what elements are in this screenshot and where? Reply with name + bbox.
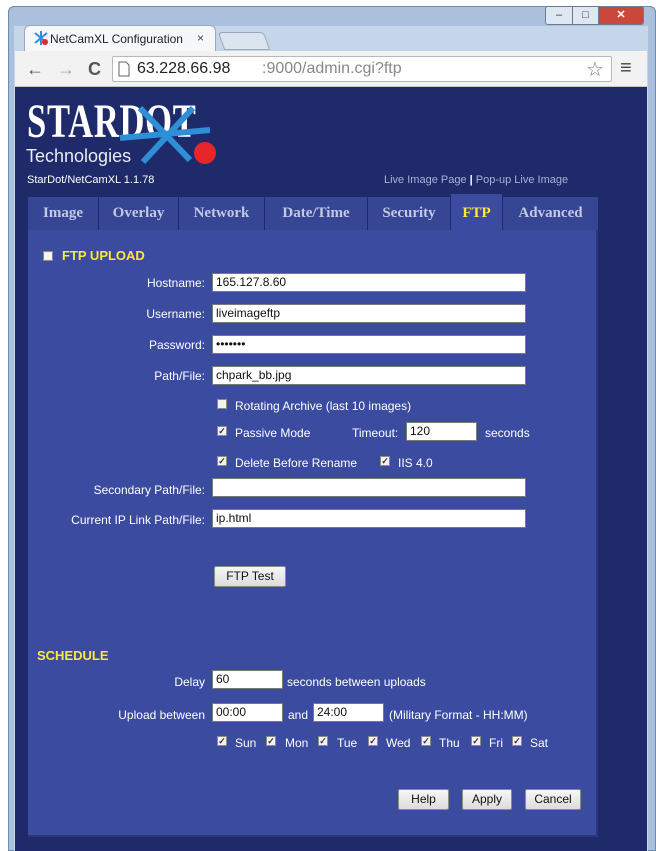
tab-ftp[interactable]: FTP [451, 194, 503, 231]
top-links: Live Image Page | Pop-up Live Image [384, 174, 568, 186]
iis-label: IIS 4.0 [398, 456, 433, 470]
help-button[interactable]: Help [398, 789, 449, 810]
new-tab-button[interactable] [217, 32, 271, 50]
ftp-test-button[interactable]: FTP Test [214, 566, 286, 587]
password-label: Password: [148, 338, 205, 352]
url-path: :9000/admin.cgi?ftp [262, 60, 402, 77]
day-wed-label: Wed [386, 736, 411, 750]
link-separator: | [469, 174, 473, 186]
timeout-input[interactable]: 120 [406, 422, 477, 441]
tab-security[interactable]: Security [368, 197, 451, 230]
day-tue-checkbox[interactable]: ✓ [318, 736, 328, 746]
day-mon-checkbox[interactable]: ✓ [266, 736, 276, 746]
end-time-input[interactable]: 24:00 [313, 703, 384, 722]
tab-network[interactable]: Network [179, 197, 265, 230]
schedule-heading: SCHEDULE [37, 648, 109, 663]
tab-title: NetCamXL Configuration [50, 32, 183, 46]
reload-icon[interactable]: C [88, 59, 101, 80]
close-window-icon[interactable]: ✕ [598, 6, 644, 25]
and-label: and [288, 708, 309, 722]
day-wed-checkbox[interactable]: ✓ [368, 736, 378, 746]
minimize-icon[interactable]: – [545, 6, 573, 25]
day-sat-checkbox[interactable]: ✓ [512, 736, 522, 746]
popup-live-image-link[interactable]: Pop-up Live Image [476, 174, 568, 186]
upload-between-label: Upload between [118, 708, 205, 722]
secondary-path-input[interactable] [212, 478, 526, 497]
day-sun-label: Sun [235, 736, 257, 750]
delete-before-rename-checkbox[interactable]: ✓ [217, 456, 227, 466]
tab-overlay[interactable]: Overlay [99, 197, 179, 230]
apply-button[interactable]: Apply [462, 789, 512, 810]
delay-label: Delay [174, 675, 205, 689]
stardot-favicon-icon [34, 31, 48, 45]
day-sat-label: Sat [530, 736, 549, 750]
time-format-note: (Military Format - HH:MM) [389, 708, 528, 722]
menu-icon[interactable]: ≡ [620, 57, 632, 80]
day-thu-label: Thu [439, 736, 460, 750]
day-sun-checkbox[interactable]: ✓ [217, 736, 227, 746]
day-fri-label: Fri [489, 736, 503, 750]
day-mon-label: Mon [285, 736, 309, 750]
hostname-label: Hostname: [146, 276, 205, 290]
live-image-link[interactable]: Live Image Page [384, 174, 467, 186]
stardot-logo-icon [119, 105, 216, 165]
delay-input[interactable]: 60 [212, 670, 283, 689]
hostname-input[interactable]: 165.127.8.60 [212, 273, 526, 292]
maximize-icon[interactable]: □ [572, 6, 599, 25]
path-label: Path/File: [154, 369, 205, 383]
username-label: Username: [146, 307, 205, 321]
ip-link-path-input[interactable]: ip.html [212, 509, 526, 528]
forward-icon[interactable]: → [57, 59, 75, 80]
day-tue-label: Tue [337, 736, 358, 750]
page-icon [118, 61, 130, 77]
tab-advanced[interactable]: Advanced [503, 197, 598, 230]
day-thu-checkbox[interactable]: ✓ [421, 736, 431, 746]
back-icon[interactable]: ← [26, 59, 44, 80]
path-input[interactable]: chpark_bb.jpg [212, 366, 526, 385]
username-input[interactable]: liveimageftp [212, 304, 526, 323]
passive-mode-checkbox[interactable]: ✓ [217, 426, 227, 436]
secondary-path-label: Secondary Path/File: [93, 483, 205, 497]
firmware-version: StarDot/NetCamXL 1.1.78 [27, 174, 155, 186]
tab-image[interactable]: Image [28, 197, 99, 230]
brand-subtitle: Technologies [26, 146, 132, 166]
bookmark-star-icon[interactable]: ☆ [586, 57, 604, 82]
password-input[interactable]: ••••••• [212, 335, 526, 354]
timeout-seconds-label: seconds [485, 426, 530, 440]
day-fri-checkbox[interactable]: ✓ [471, 736, 481, 746]
rotating-archive-checkbox[interactable] [217, 399, 227, 409]
delete-before-rename-label: Delete Before Rename [235, 456, 358, 470]
iis-checkbox[interactable]: ✓ [380, 456, 390, 466]
start-time-input[interactable]: 00:00 [212, 703, 283, 722]
url-host: 63.228.66.98 [137, 60, 231, 77]
ip-link-path-label: Current IP Link Path/File: [71, 513, 205, 527]
tab-date-time[interactable]: Date/Time [265, 197, 368, 230]
delay-suffix: seconds between uploads [287, 675, 426, 689]
timeout-label: Timeout: [352, 426, 399, 440]
tab-close-icon[interactable]: × [197, 31, 204, 45]
ftp-upload-checkbox[interactable] [43, 251, 53, 261]
rotating-archive-label: Rotating Archive (last 10 images) [235, 399, 412, 413]
ftp-upload-heading: FTP UPLOAD [62, 248, 145, 263]
cancel-button[interactable]: Cancel [525, 789, 581, 810]
passive-mode-label: Passive Mode [235, 426, 311, 440]
